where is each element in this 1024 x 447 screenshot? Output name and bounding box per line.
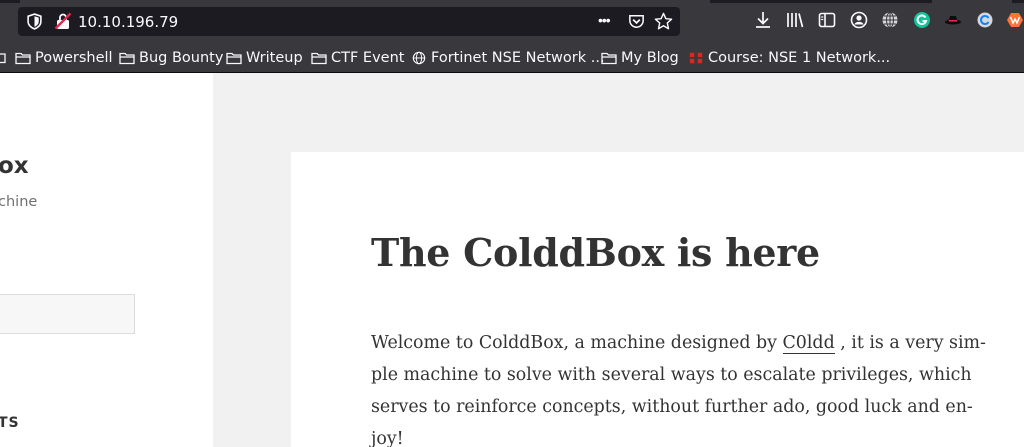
post-content: Welcome to ColddBox, a machine designed … — [371, 327, 1001, 447]
bookmark-my-blog[interactable]: My Blog — [601, 48, 679, 68]
downloads-icon[interactable] — [754, 11, 772, 29]
bookmark-label: Course: NSE 1 Network... — [708, 50, 891, 66]
globe-icon — [412, 51, 426, 65]
globe-extension-icon[interactable] — [881, 11, 899, 29]
folder-icon — [311, 52, 327, 65]
post-article: The ColddBox is here Welcome to ColddBox… — [291, 152, 1024, 447]
post-title[interactable]: The ColddBox is here — [371, 230, 820, 275]
bookmark-ctf-event[interactable]: CTF Event — [311, 48, 404, 68]
post-line-2: ple machine to solve with several ways t… — [371, 365, 972, 385]
author-link[interactable]: C0ldd — [782, 333, 835, 354]
site-description: chine — [0, 194, 38, 210]
insecure-lock-icon[interactable] — [54, 12, 72, 30]
bookmark-label: Bug Bounty — [139, 50, 224, 66]
url-text[interactable]: 10.10.196.79 — [78, 13, 178, 31]
grammarly-icon[interactable] — [913, 11, 931, 29]
site-title[interactable]: ox — [0, 153, 29, 179]
folder-icon — [0, 53, 6, 64]
bookmark-bug-bounty[interactable]: Bug Bounty — [119, 48, 223, 68]
address-bar[interactable]: 10.10.196.79 ••• — [18, 7, 680, 36]
tab-strip-edge — [1012, 0, 1024, 3]
bookmark-powershell[interactable]: Powershell — [15, 48, 113, 68]
folder-icon — [15, 52, 31, 65]
bookmark-course-nse1[interactable]: Course: NSE 1 Network... — [688, 48, 890, 68]
browser-toolbar: 10.10.196.79 ••• — [0, 0, 1024, 42]
bookmark-writeup[interactable]: Writeup — [226, 48, 303, 68]
page-actions-menu-icon[interactable]: ••• — [598, 12, 620, 31]
tracking-protection-shield-icon[interactable] — [26, 13, 43, 30]
post-line-1: Welcome to ColddBox, a machine designed … — [371, 327, 1001, 359]
folder-icon — [119, 52, 135, 65]
library-icon[interactable] — [786, 11, 804, 29]
post-text: , it is a very sim- — [834, 333, 986, 353]
site-sidebar: ox chine TS — [0, 73, 213, 447]
post-line-4: joy! — [371, 429, 404, 447]
bookmark-fortinet-nse[interactable]: Fortinet NSE Network ... — [411, 48, 605, 68]
tab-strip-edge — [710, 0, 932, 3]
fortinet-icon — [689, 52, 703, 64]
sidebar-toggle-icon[interactable] — [818, 11, 836, 29]
widget-title: TS — [0, 415, 20, 431]
bookmark-label: Writeup — [246, 50, 303, 66]
bookmark-star-icon[interactable] — [654, 12, 673, 31]
post-text: Welcome to ColddBox, a machine designed … — [371, 333, 783, 353]
account-icon[interactable] — [850, 11, 868, 29]
tab-strip-edge — [0, 0, 20, 3]
post-line-3: serves to reinforce concepts, without fu… — [371, 397, 973, 417]
bookmark-label: Fortinet NSE Network ... — [431, 50, 605, 66]
folder-icon — [226, 52, 242, 65]
bookmark-label: Powershell — [35, 50, 113, 66]
bookmark-label: CTF Event — [331, 50, 405, 66]
pocket-icon[interactable] — [627, 12, 646, 31]
refresh-extension-icon[interactable] — [976, 11, 994, 29]
wappalyzer-extension-icon[interactable] — [1006, 11, 1024, 29]
bookmarks-toolbar: Powershell Bug Bounty Writeup CTF Event … — [0, 42, 1024, 73]
folder-icon — [601, 52, 617, 65]
search-input[interactable] — [0, 294, 135, 334]
spy-hat-extension-icon[interactable] — [944, 11, 962, 29]
bookmark-label: My Blog — [621, 50, 679, 66]
